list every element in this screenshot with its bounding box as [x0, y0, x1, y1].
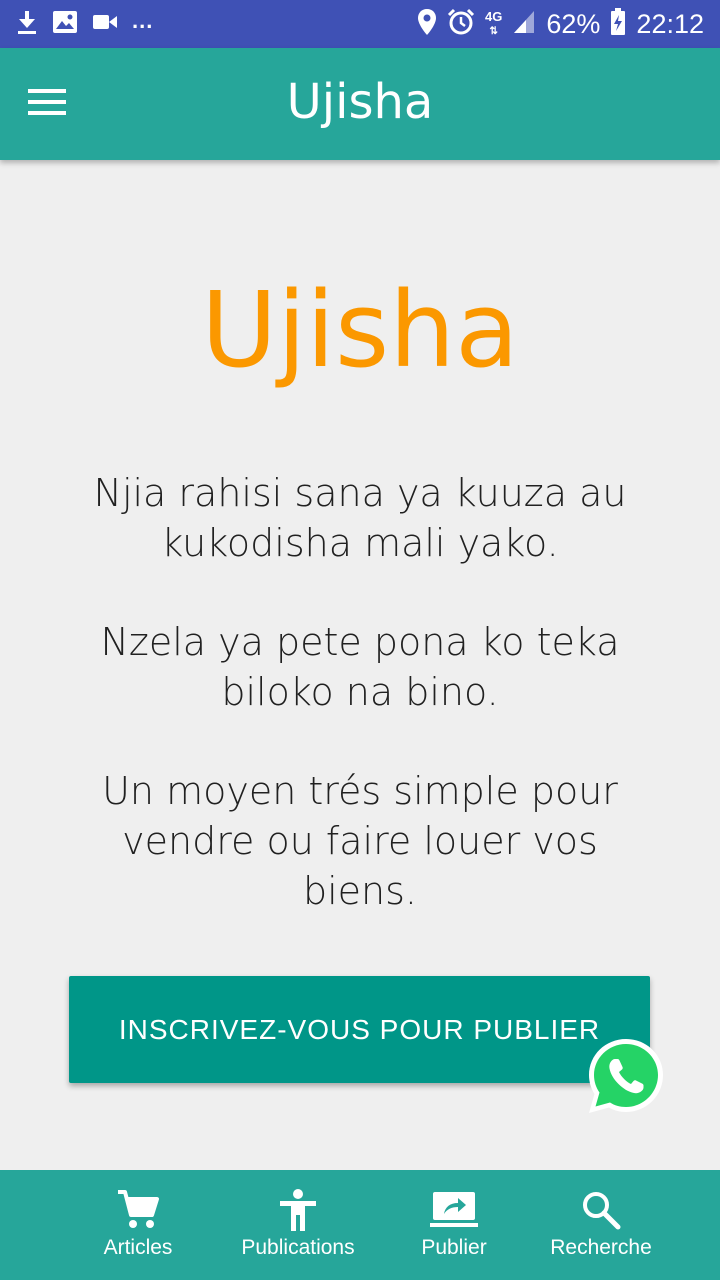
cart-icon	[116, 1188, 160, 1232]
tagline-swahili: Njia rahisi sana ya kuuza au kukodisha m…	[93, 471, 627, 565]
video-icon	[92, 12, 118, 36]
whatsapp-icon	[585, 1039, 667, 1121]
signup-to-publish-button[interactable]: INSCRIVEZ-VOUS POUR PUBLIER	[69, 976, 650, 1083]
clock: 22:12	[636, 8, 704, 39]
network-icon: 4G ⇅	[485, 9, 503, 37]
nav-label-publications: Publications	[241, 1236, 355, 1259]
nav-item-articles[interactable]: Articles	[88, 1170, 188, 1280]
download-icon	[16, 9, 38, 39]
whatsapp-button[interactable]	[585, 1035, 667, 1117]
location-icon	[417, 8, 437, 40]
bottom-navigation: Articles Publications Publier Recherche	[0, 1170, 720, 1280]
status-bar-notifications: ...	[16, 8, 154, 39]
nav-label-articles: Articles	[103, 1236, 173, 1259]
app-bar: Ujisha	[0, 48, 720, 160]
nav-item-publications[interactable]: Publications	[228, 1170, 368, 1280]
tagline-lingala: Nzela ya pete pona ko teka biloko na bin…	[100, 620, 620, 714]
status-bar: ... 4G ⇅ 62% 22:12	[0, 0, 720, 48]
nav-label-publier: Publier	[421, 1236, 487, 1259]
main-content: Ujisha Njia rahisi sana ya kuuza au kuko…	[0, 160, 720, 1170]
image-icon	[52, 10, 78, 38]
battery-level: 62%	[546, 8, 601, 39]
tagline-french: Un moyen trés simple pour vendre ou fair…	[102, 769, 618, 913]
nav-item-recherche[interactable]: Recherche	[540, 1170, 662, 1280]
nav-label-recherche: Recherche	[550, 1236, 652, 1259]
status-bar-system: 4G ⇅ 62% 22:12	[417, 8, 704, 40]
person-icon	[278, 1188, 318, 1232]
nav-item-publier[interactable]: Publier	[404, 1170, 504, 1280]
signal-icon	[512, 9, 536, 39]
battery-charging-icon	[610, 8, 626, 40]
brand-title: Ujisha	[201, 269, 519, 391]
overflow-notifications: ...	[132, 8, 154, 33]
app-bar-title: Ujisha	[286, 74, 434, 130]
share-icon	[430, 1188, 478, 1232]
search-icon	[581, 1188, 621, 1232]
alarm-icon	[447, 8, 475, 40]
network-type: 4G	[485, 9, 503, 24]
